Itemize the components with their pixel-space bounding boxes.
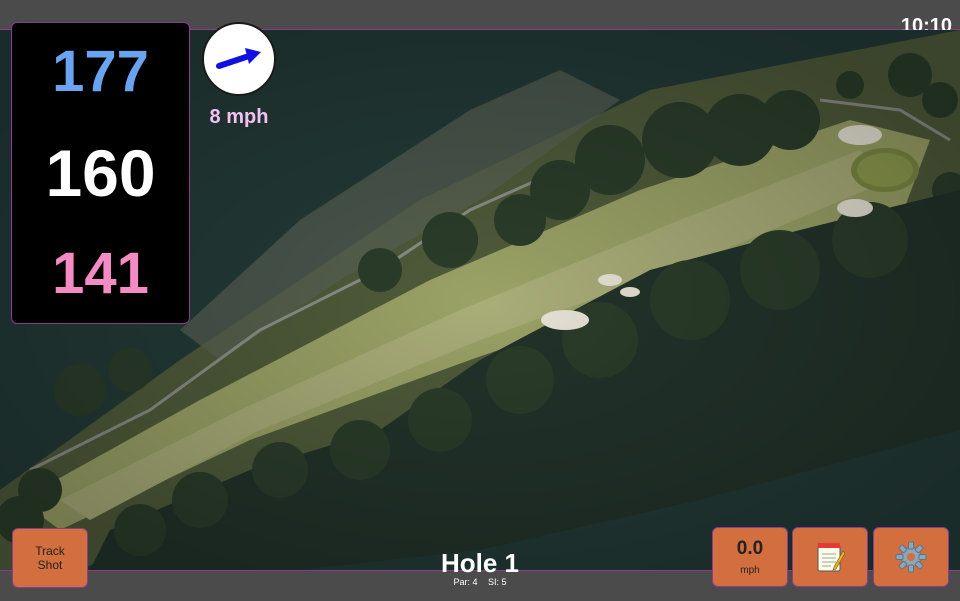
wind-indicator — [202, 22, 276, 96]
gear-icon — [895, 541, 927, 573]
speed-unit: mph — [740, 564, 760, 576]
back-yardage: 177 — [52, 38, 149, 104]
speed-button[interactable]: 0.0 mph — [712, 527, 788, 587]
front-yardage: 141 — [52, 241, 149, 307]
notes-button[interactable] — [792, 527, 868, 587]
center-yardage: 160 — [45, 135, 156, 210]
settings-button[interactable] — [873, 527, 949, 587]
notepad-icon — [817, 543, 845, 572]
wind-arrow-icon — [216, 48, 261, 69]
track-shot-label-line1: Track — [35, 544, 65, 558]
hole-info: Par: 4 SI: 5 — [380, 577, 580, 587]
hole-stroke-index: SI: 5 — [488, 577, 507, 587]
yardage-panel: 177 160 141 — [11, 22, 190, 324]
speed-value: 0.0 — [736, 537, 764, 559]
hole-title: Hole 1 — [440, 548, 520, 578]
wind-speed: 8 mph — [209, 106, 269, 128]
track-shot-label-line2: Shot — [37, 558, 63, 572]
track-shot-button[interactable]: Track Shot — [12, 528, 88, 588]
hole-par: Par: 4 — [453, 577, 478, 587]
